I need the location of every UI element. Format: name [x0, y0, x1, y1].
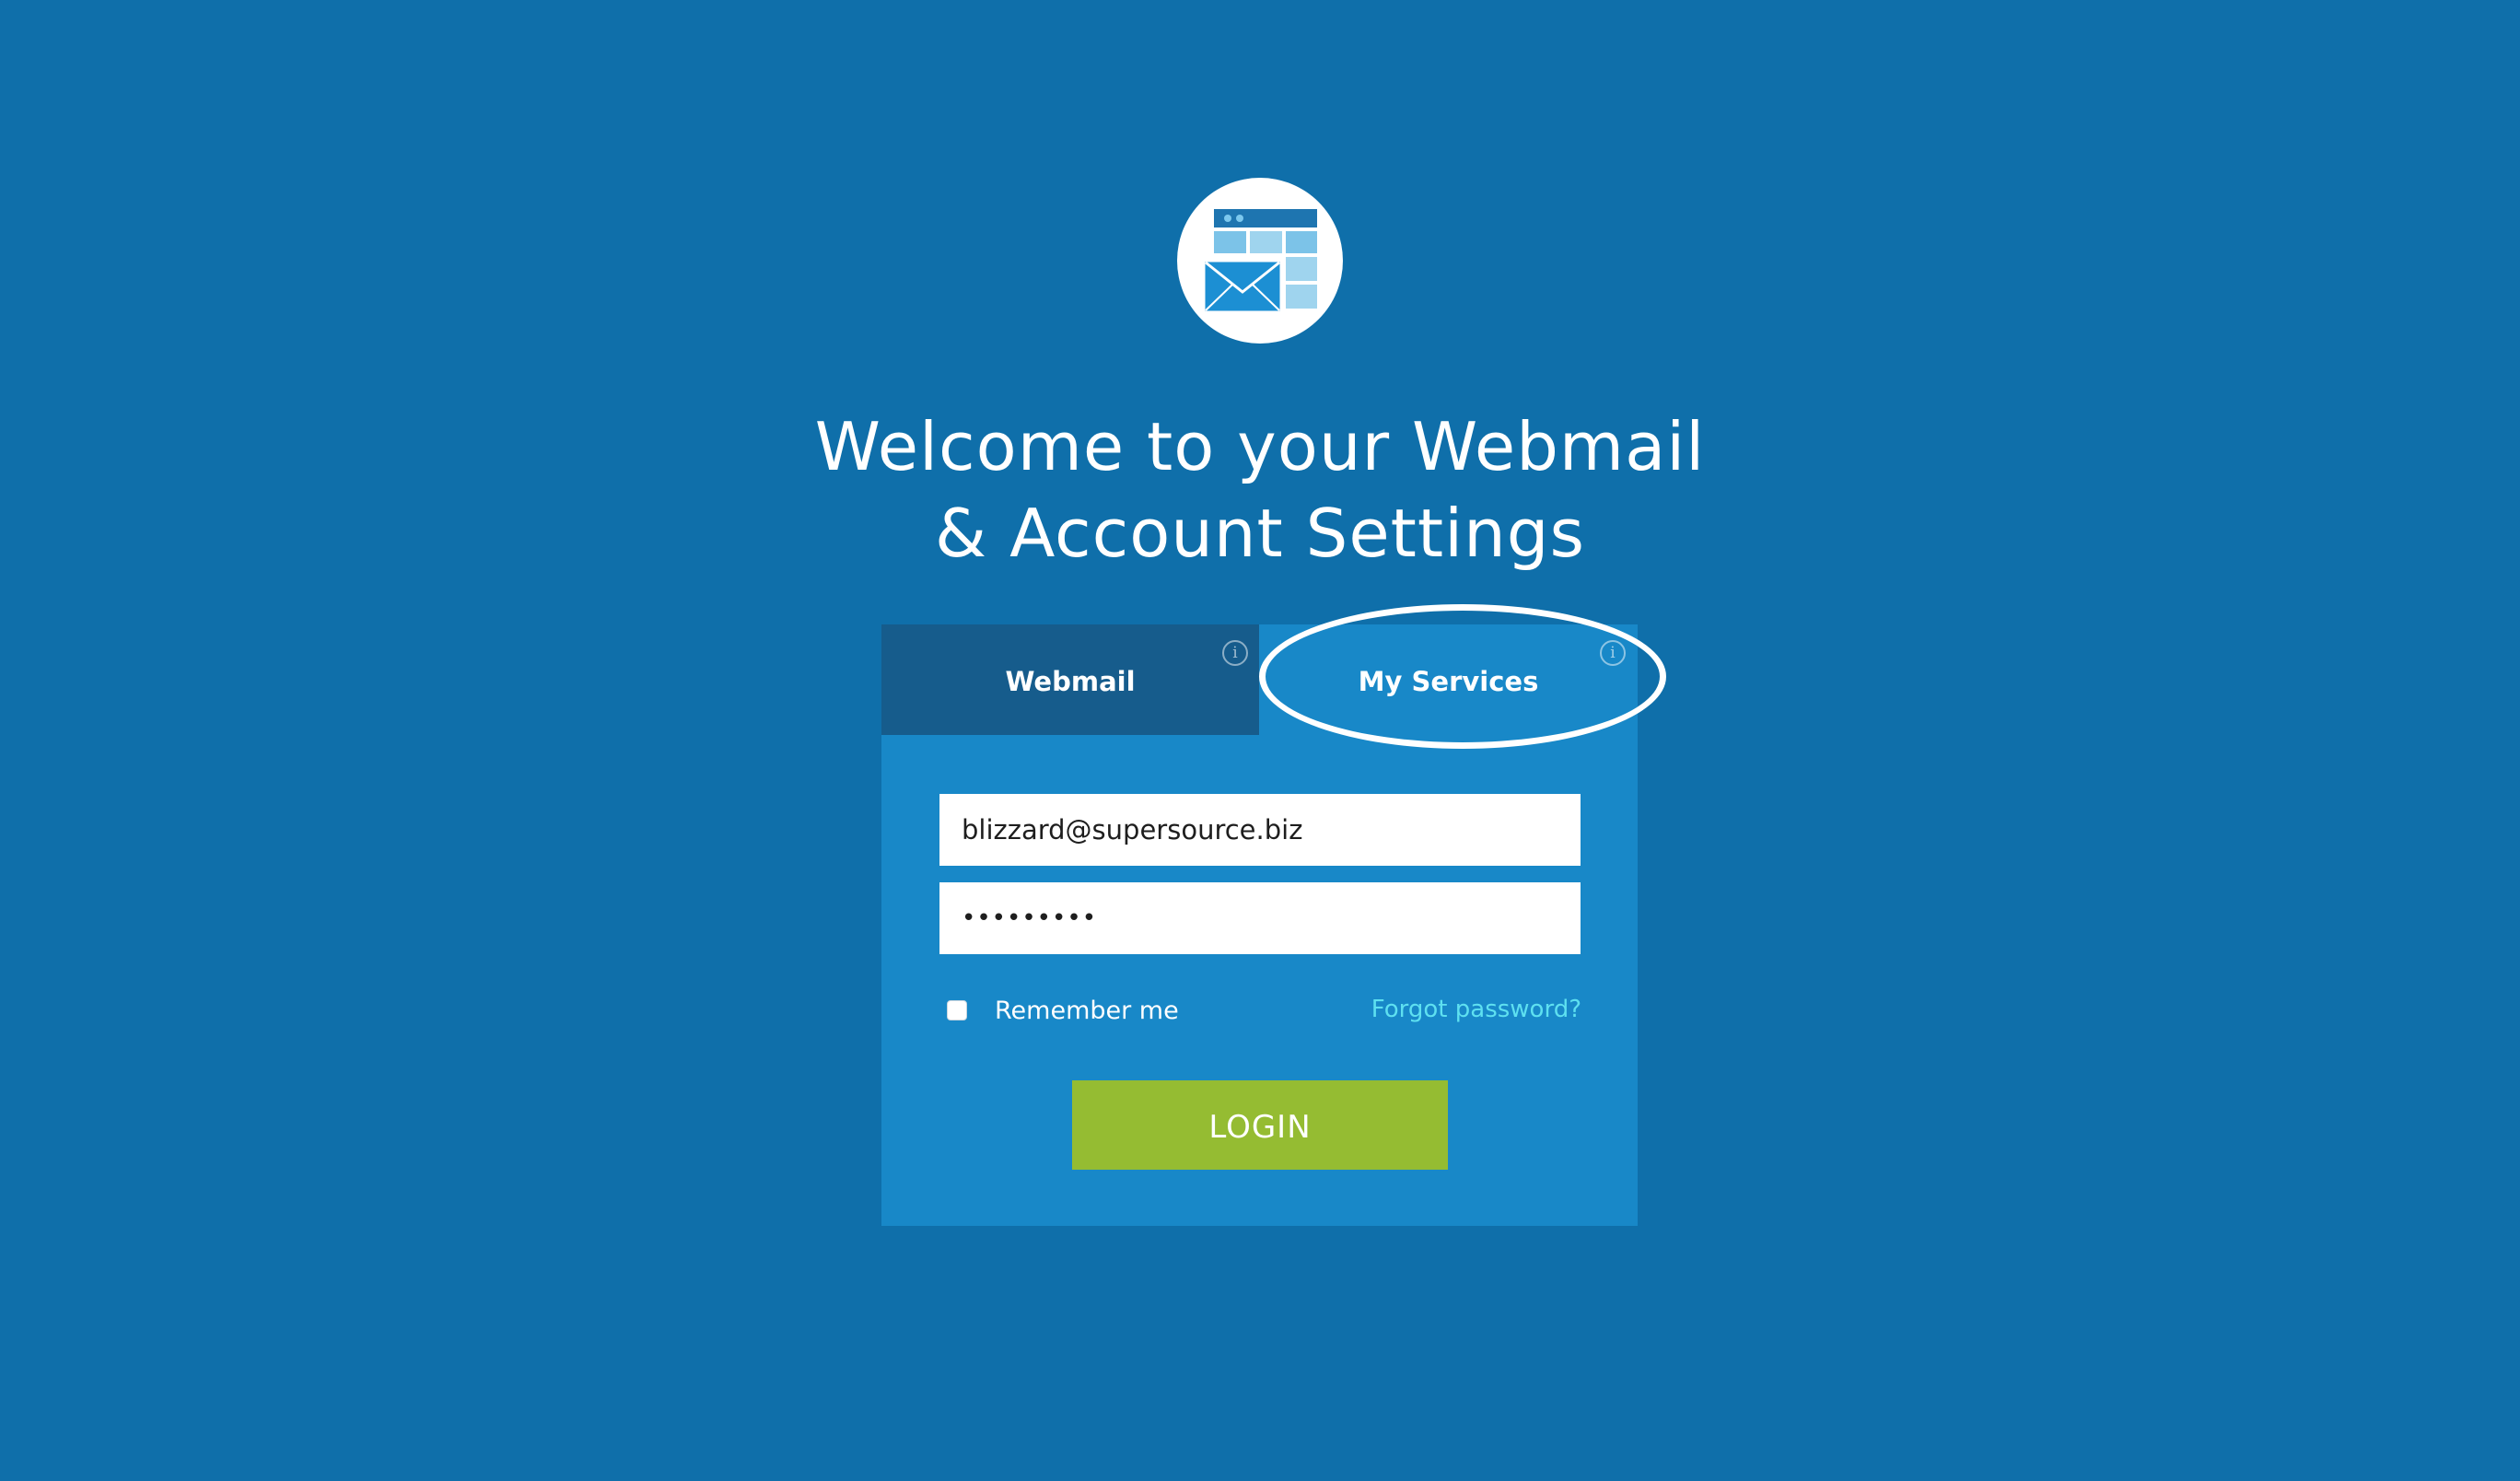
- email-field[interactable]: [939, 794, 1581, 866]
- forgot-password-link[interactable]: Forgot password?: [1336, 991, 1581, 1028]
- password-field[interactable]: [939, 882, 1581, 954]
- remember-me-checkbox[interactable]: Remember me: [947, 991, 1179, 1030]
- tab-webmail-label: Webmail: [1005, 666, 1136, 697]
- remember-me-label: Remember me: [995, 996, 1179, 1025]
- login-button[interactable]: LOGIN: [1072, 1080, 1448, 1170]
- webmail-logo: [1177, 178, 1343, 344]
- info-icon[interactable]: i: [1600, 640, 1626, 666]
- tab-my-services-label: My Services: [1358, 666, 1539, 697]
- info-icon[interactable]: i: [1222, 640, 1248, 666]
- checkbox[interactable]: [947, 1000, 967, 1020]
- page-title-line1: Welcome to your Webmail: [814, 408, 1706, 485]
- tab-my-services[interactable]: My Services i: [1259, 624, 1638, 735]
- page-title-line2: & Account Settings: [935, 495, 1585, 572]
- page-title: Welcome to your Webmail & Account Settin…: [0, 403, 2520, 577]
- webmail-window-envelope-icon: [1202, 209, 1317, 314]
- tab-webmail[interactable]: Webmail i: [881, 624, 1259, 735]
